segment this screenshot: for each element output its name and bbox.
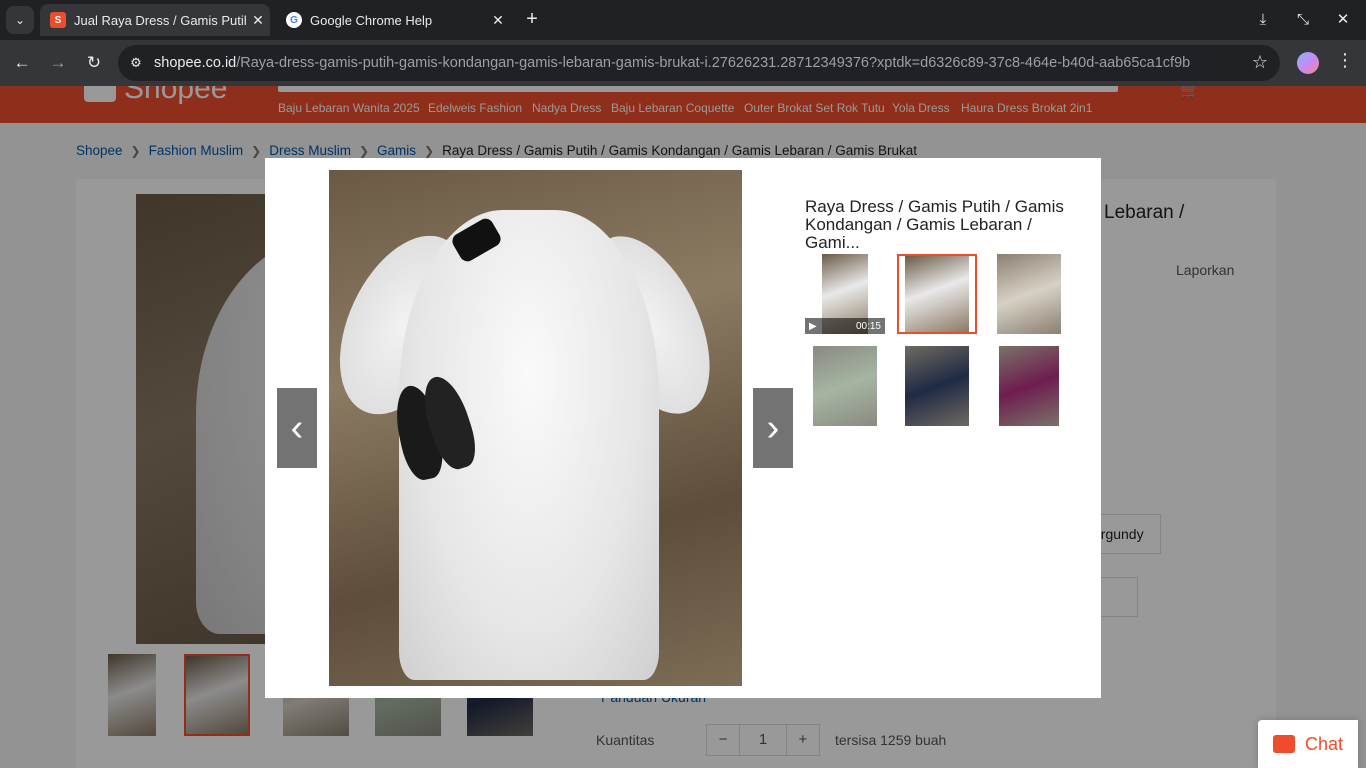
forward-button[interactable]: → (45, 50, 71, 76)
next-image-button[interactable]: › (753, 388, 793, 468)
thumbnail-image (999, 346, 1059, 426)
site-info-icon[interactable]: ⚙ (118, 55, 154, 71)
url-path: /Raya-dress-gamis-putih-gamis-kondangan-… (236, 55, 1191, 71)
video-camera-icon: ▶ (809, 320, 817, 332)
restore-window-icon[interactable]: ⤡ (1291, 8, 1315, 32)
image-gallery-modal: ‹ › Raya Dress / Gamis Putih / Gamis Kon… (265, 158, 1101, 698)
google-favicon-icon: G (286, 12, 302, 28)
video-badge: ▶ 00:15 (805, 318, 885, 334)
tab-title: Google Chrome Help (310, 12, 433, 28)
tab-search-dropdown-icon[interactable]: ⌄ (6, 6, 34, 34)
back-button[interactable]: ← (9, 50, 35, 76)
url-host: shopee.co.id (154, 55, 237, 71)
bookmark-star-icon[interactable]: ☆ (1252, 52, 1268, 73)
tab-title: Jual Raya Dress / Gamis Putih / Gamis Ko… (74, 12, 246, 28)
modal-thumbnail[interactable] (897, 346, 977, 426)
address-bar[interactable]: ⚙ shopee.co.id/Raya-dress-gamis-putih-ga… (118, 45, 1280, 81)
chevron-right-icon: › (766, 406, 780, 449)
close-tab-icon[interactable]: ✕ (246, 12, 270, 29)
modal-product-title: Raya Dress / Gamis Putih / Gamis Kondang… (805, 198, 1064, 252)
modal-thumbnail[interactable] (989, 346, 1069, 426)
profile-avatar[interactable] (1297, 52, 1319, 74)
thumbnail-image (905, 256, 969, 332)
reload-button[interactable]: ↻ (81, 50, 107, 76)
modal-thumbnail[interactable] (805, 346, 885, 426)
modal-thumbnail[interactable] (989, 254, 1069, 334)
modal-main-image (329, 170, 742, 686)
url-text[interactable]: shopee.co.id/Raya-dress-gamis-putih-gami… (154, 55, 1234, 71)
menu-kebab-icon[interactable]: ⋮ (1336, 50, 1354, 71)
browser-toolbar: ← → ↻ ⚙ shopee.co.id/Raya-dress-gamis-pu… (0, 40, 1366, 86)
chat-icon (1272, 735, 1295, 753)
chevron-left-icon: ‹ (290, 406, 304, 449)
thumbnail-image (997, 254, 1061, 334)
browser-tab-bar: ⌄ S Jual Raya Dress / Gamis Putih / Gami… (0, 0, 1366, 40)
modal-thumbnail-video[interactable]: ▶ 00:15 (805, 254, 885, 334)
new-tab-button[interactable]: + (520, 8, 544, 32)
shopee-favicon-icon: S (50, 12, 66, 28)
tab-shopee[interactable]: S Jual Raya Dress / Gamis Putih / Gamis … (40, 4, 270, 36)
thumbnail-image (905, 346, 969, 426)
close-window-icon[interactable]: ✕ (1331, 8, 1355, 32)
modal-thumbnail-selected[interactable] (897, 254, 977, 334)
tab-chrome-help[interactable]: G Google Chrome Help ✕ (276, 4, 510, 36)
thumbnail-image (813, 346, 877, 426)
video-duration: 00:15 (855, 320, 881, 332)
download-icon[interactable]: ⤓ (1251, 8, 1275, 32)
chat-button[interactable]: Chat (1258, 720, 1358, 768)
prev-image-button[interactable]: ‹ (277, 388, 317, 468)
chat-label: Chat (1304, 733, 1344, 754)
close-tab-icon[interactable]: ✕ (486, 12, 510, 29)
